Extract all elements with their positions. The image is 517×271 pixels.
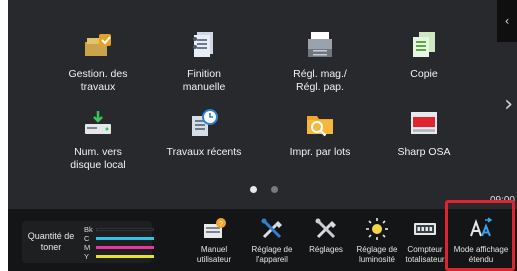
brightness-icon bbox=[366, 218, 388, 240]
shortcut-user-manual[interactable]: ? Manuel utilisateur bbox=[186, 209, 242, 271]
tile-manual-finishing[interactable]: Finition manuelle bbox=[150, 24, 258, 96]
toner-channel-label: Bk bbox=[84, 225, 93, 234]
tile-label: Num. vers disque local bbox=[70, 146, 126, 171]
shortcut-label: Manuel utilisateur bbox=[196, 245, 232, 264]
tile-job-status[interactable]: Gestion. des travaux bbox=[44, 24, 152, 96]
copy-icon bbox=[413, 32, 435, 57]
tile-label: Gestion. des travaux bbox=[68, 68, 128, 93]
toner-level-panel[interactable]: Quantité de toner Bk C M Y bbox=[22, 221, 154, 263]
highlight-frame bbox=[445, 200, 515, 271]
shortcut-counter[interactable]: Compteur totalisateur bbox=[402, 209, 448, 271]
tile-sharp-osa[interactable]: Sharp OSA bbox=[370, 102, 478, 174]
toner-channel-label: Y bbox=[84, 252, 90, 261]
user-manual-icon: ? bbox=[204, 218, 226, 238]
batch-print-icon bbox=[307, 116, 333, 137]
tile-label: Copie bbox=[410, 68, 438, 80]
shortcut-label: Réglage de luminosité bbox=[356, 245, 398, 264]
toner-bar-c bbox=[96, 237, 154, 240]
tile-copy[interactable]: Copie bbox=[370, 24, 478, 96]
tile-recent-jobs[interactable]: Travaux récents bbox=[150, 102, 258, 174]
toner-row-y: Y bbox=[84, 252, 154, 261]
page-dot-2[interactable] bbox=[271, 186, 278, 193]
tile-scan-to-hdd[interactable]: Num. vers disque local bbox=[44, 102, 152, 174]
tile-batch-print[interactable]: Impr. par lots bbox=[266, 102, 374, 174]
scan-to-hdd-icon bbox=[85, 111, 111, 134]
tile-label: Travaux récents bbox=[166, 146, 242, 158]
tile-label: Finition manuelle bbox=[182, 68, 226, 93]
device-settings-icon bbox=[261, 218, 282, 239]
toner-channel-label: C bbox=[84, 234, 90, 243]
toner-bar-m bbox=[96, 246, 154, 249]
tile-label: Sharp OSA bbox=[397, 146, 451, 158]
home-screen: Gestion. des travaux Finition manuelle R… bbox=[8, 0, 517, 271]
shortcut-device-settings[interactable]: Réglage de l'appareil bbox=[244, 209, 300, 271]
manual-finishing-icon bbox=[193, 32, 213, 57]
toner-row-m: M bbox=[84, 243, 154, 252]
shortcut-brightness[interactable]: Réglage de luminosité bbox=[352, 209, 402, 271]
side-panel-tab[interactable]: ‹ bbox=[497, 0, 517, 42]
shortcut-label: Réglages bbox=[309, 245, 343, 254]
toner-title: Quantité de toner bbox=[27, 231, 75, 252]
shortcut-settings[interactable]: Réglages bbox=[300, 209, 352, 271]
page-indicator bbox=[250, 186, 278, 193]
sharp-osa-icon bbox=[411, 112, 437, 134]
toner-row-c: C bbox=[84, 234, 154, 243]
toner-row-bk: Bk bbox=[84, 225, 154, 234]
job-status-icon bbox=[85, 34, 111, 56]
tile-label: Impr. par lots bbox=[289, 146, 351, 158]
tile-tray-settings[interactable]: Régl. mag./ Régl. pap. bbox=[266, 24, 374, 96]
toner-bar-y bbox=[96, 255, 154, 258]
svg-text:?: ? bbox=[219, 221, 223, 228]
counter-icon bbox=[414, 223, 436, 235]
recent-jobs-icon bbox=[192, 109, 218, 136]
settings-icon bbox=[315, 218, 336, 239]
page-dot-1[interactable] bbox=[250, 186, 257, 193]
toner-channel-label: M bbox=[84, 243, 91, 252]
next-page-arrow-icon[interactable]: › bbox=[504, 94, 513, 116]
tile-label: Régl. mag./ Régl. pap. bbox=[293, 68, 347, 93]
shortcut-label: Réglage de l'appareil bbox=[251, 245, 293, 264]
bottom-bar: Quantité de toner Bk C M Y ? Manuel util… bbox=[8, 209, 517, 271]
shortcut-label: Compteur totalisateur bbox=[405, 245, 445, 264]
toner-bar-bk bbox=[96, 228, 154, 231]
chevron-left-icon: ‹ bbox=[504, 14, 510, 28]
tray-settings-icon bbox=[308, 32, 332, 57]
